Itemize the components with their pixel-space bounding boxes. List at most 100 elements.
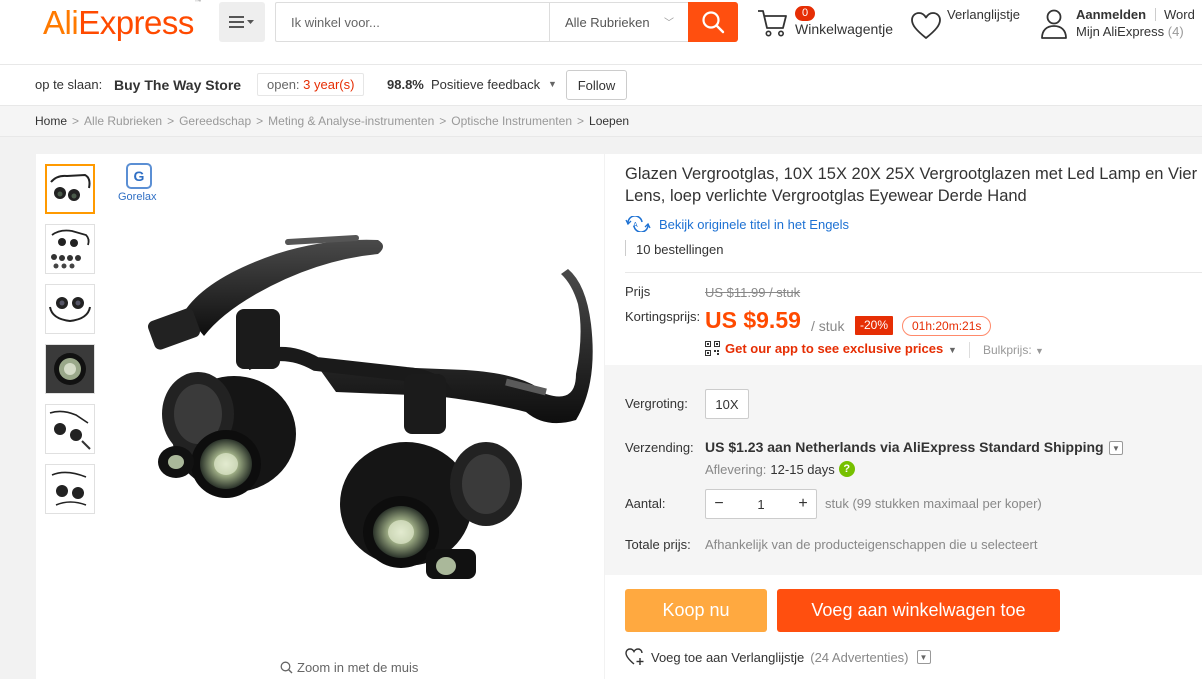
product-gallery: G Gorelax Zoom in met de muis [36,154,604,679]
cart-count-badge: 0 [795,6,816,21]
price-label: Prijs [625,284,651,299]
product-info-panel: Glazen Vergrootglas, 10X 15X 20X 25X Ver… [605,154,1202,679]
product-title: Glazen Vergrootglas, 10X 15X 20X 25X Ver… [625,165,1198,205]
breadcrumb-separator: > [72,114,80,128]
thumbnail-image [51,471,87,506]
store-prefix: op te slaan: [35,77,103,92]
quantity-stepper: − 1 + [705,489,817,519]
breadcrumb-separator: > [256,114,264,128]
variant-option-10x[interactable]: 10X [705,389,749,419]
user-icon[interactable] [1040,8,1068,40]
my-aliexpress-count: (4) [1167,24,1184,39]
shipping-dropdown-icon[interactable]: ▼ [1109,441,1123,455]
variant-label: Vergroting: [625,396,688,411]
cart-link[interactable]: Winkelwagentje [795,21,893,37]
quantity-increase-button[interactable]: + [790,490,816,518]
chevron-down-icon[interactable]: ▼ [916,650,931,664]
translate-icon: A [625,216,651,232]
product-main-image[interactable] [106,224,604,644]
brand-logo: G Gorelax [118,163,162,205]
wishlist-count: (24 Advertenties) [810,649,909,665]
original-price: US $11.99 / stuk [705,285,801,300]
product-thumbnail[interactable] [45,344,95,394]
join-link[interactable]: Word [1164,7,1195,22]
wishlist-add-label: Voeg toe aan Verlanglijstje [651,649,805,665]
store-bar: op te slaan: Buy The Way Store open: 3 y… [0,64,1202,105]
heart-plus-icon [625,648,644,665]
breadcrumb-separator: > [167,114,175,128]
menu-icon [229,16,254,28]
product-thumbnail[interactable] [45,284,95,334]
store-open-years: 3 year(s) [303,77,355,92]
follow-button[interactable]: Follow [566,70,627,100]
breadcrumb-home[interactable]: Home [35,114,67,128]
chevron-down-icon[interactable]: ▼ [548,79,557,89]
my-aliexpress-link[interactable]: Mijn AliExpress (4) [1076,24,1184,39]
search-button[interactable] [688,2,738,42]
store-name-link[interactable]: Buy The Way Store [114,77,241,93]
product-thumbnail[interactable] [45,164,95,214]
signin-link[interactable]: Aanmelden [1076,7,1146,22]
order-count: 10 bestellingen [636,242,724,257]
heart-icon[interactable] [910,11,942,41]
search-icon [702,11,725,34]
breadcrumb-item[interactable]: Gereedschap [179,114,251,128]
wishlist-link[interactable]: Verlanglijstje [947,7,1020,22]
svg-text:A: A [633,222,638,229]
shipping-info[interactable]: US $1.23 aan Netherlands via AliExpress … [705,439,1104,455]
zoom-hint-label: Zoom in met de muis [297,660,419,675]
top-header: AliExpress™ Alle Rubrieken ﹀ 0 Winkelwag… [0,0,1202,64]
breadcrumb: Home > Alle Rubrieken > Gereedschap > Me… [0,105,1202,137]
my-aliexpress-label: Mijn AliExpress [1076,24,1165,39]
search-category-select[interactable]: Alle Rubrieken ﹀ [549,3,688,41]
delivery-estimate: Aflevering: 12-15 days ? [705,461,855,477]
translate-link-label: Bekijk originele titel in het Engels [659,216,850,232]
buy-now-button[interactable]: Koop nu [625,589,767,632]
magnifier-icon [280,661,293,674]
cart-icon[interactable] [756,8,788,38]
translate-title-link[interactable]: A Bekijk originele titel in het Engels [625,216,849,232]
quantity-input[interactable]: 1 [732,490,790,518]
zoom-hint: Zoom in met de muis [280,660,418,675]
breadcrumb-item[interactable]: Alle Rubrieken [84,114,162,128]
breadcrumb-separator: > [439,114,447,128]
product-thumbnail[interactable] [45,464,95,514]
bulk-price-toggle[interactable]: Bulkprijs: ▼ [983,343,1044,357]
delivery-value: 12-15 days [770,461,835,477]
thumbnail-image [49,410,91,450]
quantity-note: stuk (99 stukken maximaal per koper) [825,496,1042,511]
quantity-decrease-button[interactable]: − [706,490,732,518]
brand-logo-letter: G [133,168,145,184]
price-unit: / stuk [811,318,845,334]
quantity-label: Aantal: [625,496,666,511]
breadcrumb-separator: > [577,114,585,128]
search-input[interactable] [276,3,549,41]
app-promo-link[interactable]: Get our app to see exclusive prices [705,341,943,356]
discount-price-label: Kortingsprijs: [625,309,701,324]
breadcrumb-item[interactable]: Optische Instrumenten [451,114,572,128]
add-to-cart-button[interactable]: Voeg aan winkelwagen toe [777,589,1060,632]
countdown-timer: 01h:20m:21s [902,316,992,336]
search-category-label: Alle Rubrieken [565,14,650,30]
total-price-value: Afhankelijk van de producteigenschappen … [705,537,1038,552]
category-menu-button[interactable] [219,2,265,42]
feedback-link[interactable]: Positieve feedback [431,77,540,92]
breadcrumb-item[interactable]: Meting & Analyse-instrumenten [268,114,434,128]
brand-logo-name: Gorelax [118,191,157,203]
app-promo-label: Get our app to see exclusive prices [725,341,944,356]
store-open-badge: open: 3 year(s) [257,73,365,96]
thumbnail-image [46,345,94,393]
feedback-percentage: 98.8% [387,77,424,92]
product-thumbnail[interactable] [45,224,95,274]
breadcrumb-current[interactable]: Loepen [589,114,629,128]
help-icon[interactable]: ? [838,461,855,477]
discount-badge: -20% [855,316,894,335]
total-price-label: Totale prijs: [625,537,691,552]
current-price: US $9.59 [705,307,801,333]
product-thumbnail[interactable] [45,404,95,454]
chevron-down-icon: ﹀ [664,18,674,29]
add-to-wishlist-link[interactable]: Voeg toe aan Verlanglijstje (24 Adverten… [625,648,931,666]
chevron-down-icon[interactable]: ▼ [948,345,957,355]
thumbnail-image [51,229,90,269]
aliexpress-logo[interactable]: AliExpress™ [43,0,202,42]
